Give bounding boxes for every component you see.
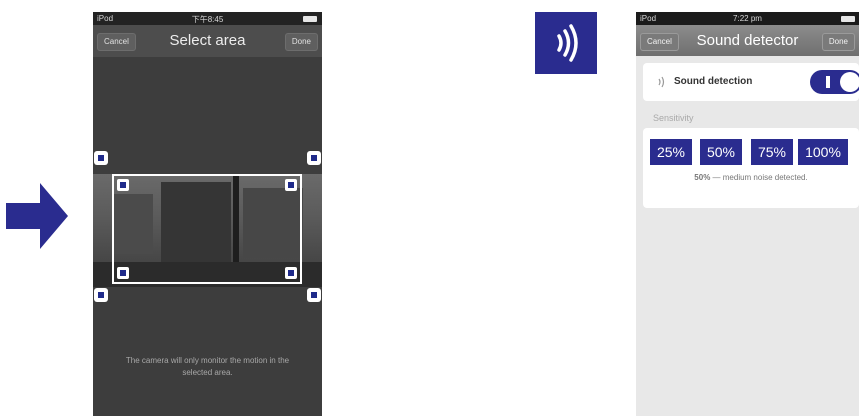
area-corner-bottom-left[interactable] [94, 288, 108, 302]
selection-rectangle[interactable] [112, 174, 302, 284]
sensitivity-option-25[interactable]: 25% [650, 139, 692, 165]
resize-handle-top-left[interactable] [117, 179, 129, 191]
resize-handle-bottom-left[interactable] [117, 267, 129, 279]
hint-text: The camera will only monitor the motion … [125, 356, 290, 377]
sensitivity-description: 50% — medium noise detected. [643, 173, 859, 182]
done-button[interactable]: Done [284, 33, 318, 51]
sensitivity-label: Sensitivity [653, 113, 694, 123]
status-bar: iPod 下午8:45 [93, 12, 322, 25]
sound-waves-icon [557, 24, 578, 62]
sound-detector-screen: iPod 7:22 pm Cancel Sound detector Done … [636, 12, 859, 416]
done-button[interactable]: Done [821, 33, 855, 51]
sensitivity-value: 50% [694, 173, 711, 182]
area-corner-top-right[interactable] [307, 151, 321, 165]
select-area-screen: iPod 下午8:45 Cancel Select area Done The … [93, 12, 322, 416]
sound-detection-row: Sound detection [643, 63, 859, 101]
sound-waves-icon [658, 76, 665, 88]
battery-icon [303, 15, 317, 24]
resize-handle-bottom-right[interactable] [285, 267, 297, 279]
nav-bar: Cancel Sound detector Done [636, 25, 859, 56]
sound-detection-toggle[interactable] [810, 70, 859, 94]
status-bar: iPod 7:22 pm [636, 12, 859, 25]
sound-waves-tile [535, 12, 597, 74]
toggle-knob [840, 72, 859, 92]
sensitivity-option-75[interactable]: 75% [751, 139, 793, 165]
sensitivity-option-50[interactable]: 50% [700, 139, 742, 165]
nav-bar: Cancel Select area Done [93, 25, 322, 57]
right-arrow-icon [6, 183, 68, 249]
battery-icon [841, 15, 855, 24]
sensitivity-text: — medium noise detected. [710, 173, 808, 182]
resize-handle-top-right[interactable] [285, 179, 297, 191]
clock: 下午8:45 [191, 15, 224, 24]
area-corner-bottom-right[interactable] [307, 288, 321, 302]
sound-detection-label: Sound detection [674, 76, 753, 87]
area-corner-top-left[interactable] [94, 151, 108, 165]
sensitivity-option-100[interactable]: 100% [798, 139, 848, 165]
clock: 7:22 pm [733, 14, 762, 23]
